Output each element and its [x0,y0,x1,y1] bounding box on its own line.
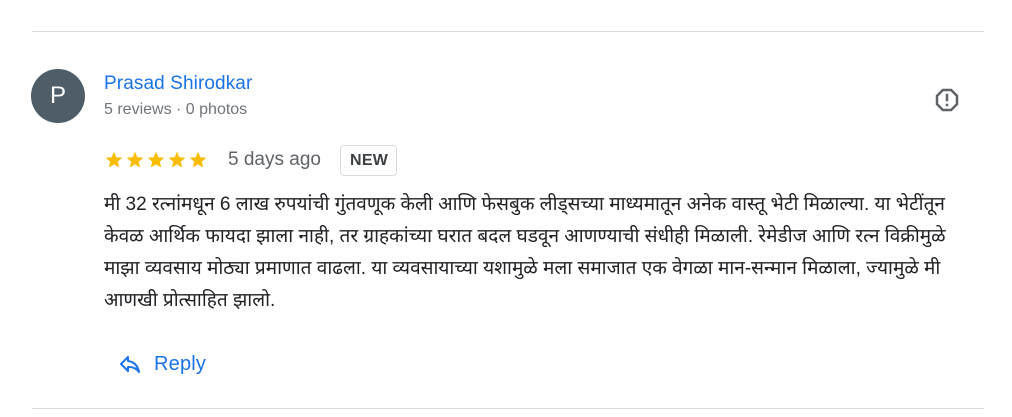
star-icon [126,151,144,168]
review-text: मी 32 रत्नांमधून 6 लाख रुपयांची गुंतवणूक… [104,194,946,311]
new-badge: NEW [339,144,398,176]
star-icon [168,151,186,168]
top-divider [32,31,984,32]
review-date: 5 days ago [228,149,321,170]
rating-row: 5 days ago NEW [104,144,398,176]
avatar[interactable]: P [31,69,85,123]
star-icon [189,151,207,168]
bottom-divider [32,408,984,409]
reply-button[interactable]: Reply [110,342,214,386]
star-icon [147,151,165,168]
author-meta: 5 reviews · 0 photos [104,101,248,118]
star-icon [105,151,123,168]
author-name-link[interactable]: Prasad Shirodkar [104,73,252,95]
reply-label: Reply [154,352,207,375]
reply-icon [120,356,140,373]
report-flag-icon[interactable] [931,84,963,116]
avatar-letter: P [49,82,66,109]
star-rating [104,150,208,170]
